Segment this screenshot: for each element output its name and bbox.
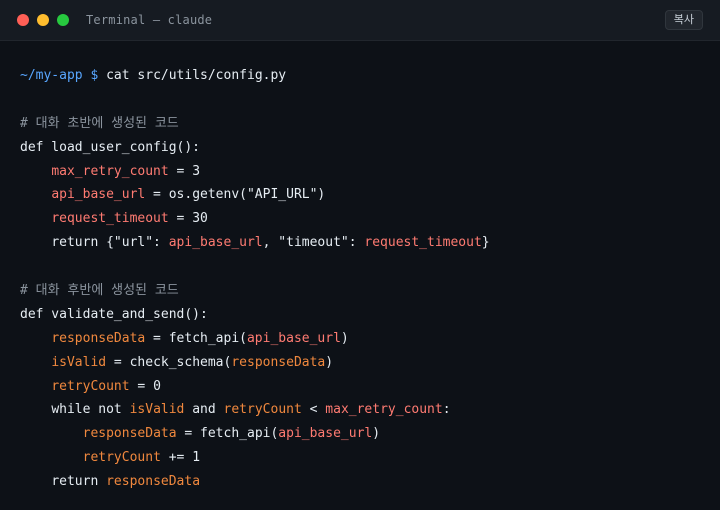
var-request-timeout: request_timeout bbox=[364, 235, 482, 251]
code-text: = os.getenv("API_URL") bbox=[145, 187, 326, 203]
code-line: max_retry_count = 3 bbox=[20, 160, 700, 184]
code-line: return responseData bbox=[20, 470, 700, 494]
var-api-base-url: api_base_url bbox=[278, 426, 373, 442]
var-max-retry-count: max_retry_count bbox=[325, 402, 443, 418]
var-response-data: responseData bbox=[106, 474, 201, 490]
code-text: ) bbox=[372, 426, 381, 442]
code-text: return bbox=[51, 474, 107, 490]
close-window-button[interactable] bbox=[17, 14, 29, 26]
var-response-data: responseData bbox=[51, 330, 146, 346]
code-text: = check_schema( bbox=[106, 354, 232, 370]
code-line: retryCount = 0 bbox=[20, 375, 700, 399]
command-text: cat src/utils/config.py bbox=[106, 68, 287, 83]
code-text: = 0 bbox=[129, 378, 161, 394]
code-line: return {"url": api_base_url, "timeout": … bbox=[20, 231, 700, 255]
def-load-user-config: def load_user_config(): bbox=[20, 139, 201, 155]
var-request-timeout: request_timeout bbox=[51, 211, 169, 227]
code-text: += 1 bbox=[160, 450, 201, 466]
var-response-data: responseData bbox=[82, 426, 177, 442]
code-line: request_timeout = 30 bbox=[20, 207, 700, 231]
code-text: ) bbox=[325, 354, 334, 370]
code-line: def validate_and_send(): bbox=[20, 303, 700, 327]
code-text: while not bbox=[51, 402, 130, 418]
prompt-sign: $ bbox=[90, 68, 99, 83]
command-line: ~/my-app $ cat src/utils/config.py bbox=[20, 64, 700, 88]
terminal-output[interactable]: ~/my-app $ cat src/utils/config.py # 대화 … bbox=[0, 41, 720, 494]
window-title: Terminal — claude bbox=[86, 13, 213, 27]
var-api-base-url: api_base_url bbox=[246, 330, 341, 346]
var-is-valid: isValid bbox=[51, 354, 107, 370]
var-api-base-url: api_base_url bbox=[51, 187, 146, 203]
var-retry-count: retryCount bbox=[223, 402, 302, 418]
var-retry-count: retryCount bbox=[51, 378, 130, 394]
var-api-base-url: api_base_url bbox=[168, 235, 263, 251]
code-line: isValid = check_schema(responseData) bbox=[20, 351, 700, 375]
terminal-window: Terminal — claude 복사 ~/my-app $ cat src/… bbox=[0, 0, 720, 510]
code-text: : bbox=[442, 402, 451, 418]
code-comment: # 대화 초반에 생성된 코드 bbox=[20, 112, 700, 136]
code-line: while not isValid and retryCount < max_r… bbox=[20, 398, 700, 422]
code-text: = 30 bbox=[168, 211, 208, 227]
code-line: retryCount += 1 bbox=[20, 446, 700, 470]
minimize-window-button[interactable] bbox=[37, 14, 49, 26]
var-response-data: responseData bbox=[231, 354, 326, 370]
code-text: return {"url": bbox=[51, 235, 169, 251]
code-line: responseData = fetch_api(api_base_url) bbox=[20, 422, 700, 446]
window-controls bbox=[17, 14, 69, 26]
var-max-retry-count: max_retry_count bbox=[51, 163, 169, 179]
comment-late: # 대화 후반에 생성된 코드 bbox=[20, 283, 179, 299]
var-retry-count: retryCount bbox=[82, 450, 161, 466]
title-bar: Terminal — claude 복사 bbox=[0, 0, 720, 41]
comment-early: # 대화 초반에 생성된 코드 bbox=[20, 115, 179, 131]
code-text: ) bbox=[340, 330, 349, 346]
code-text: = 3 bbox=[168, 163, 201, 179]
code-text: = fetch_api( bbox=[176, 426, 279, 442]
code-comment: # 대화 후반에 생성된 코드 bbox=[20, 279, 700, 303]
prompt-path: ~/my-app bbox=[20, 68, 83, 83]
code-line: responseData = fetch_api(api_base_url) bbox=[20, 327, 700, 351]
var-is-valid: isValid bbox=[129, 402, 185, 418]
code-line: def load_user_config(): bbox=[20, 136, 700, 160]
maximize-window-button[interactable] bbox=[57, 14, 69, 26]
code-text: , "timeout": bbox=[262, 235, 365, 251]
code-text: } bbox=[481, 235, 490, 251]
code-line: api_base_url = os.getenv("API_URL") bbox=[20, 183, 700, 207]
code-text: and bbox=[184, 402, 224, 418]
copy-button[interactable]: 복사 bbox=[664, 10, 703, 30]
code-text: < bbox=[301, 402, 326, 418]
def-validate-and-send: def validate_and_send(): bbox=[20, 306, 208, 322]
code-text: = fetch_api( bbox=[145, 330, 247, 346]
